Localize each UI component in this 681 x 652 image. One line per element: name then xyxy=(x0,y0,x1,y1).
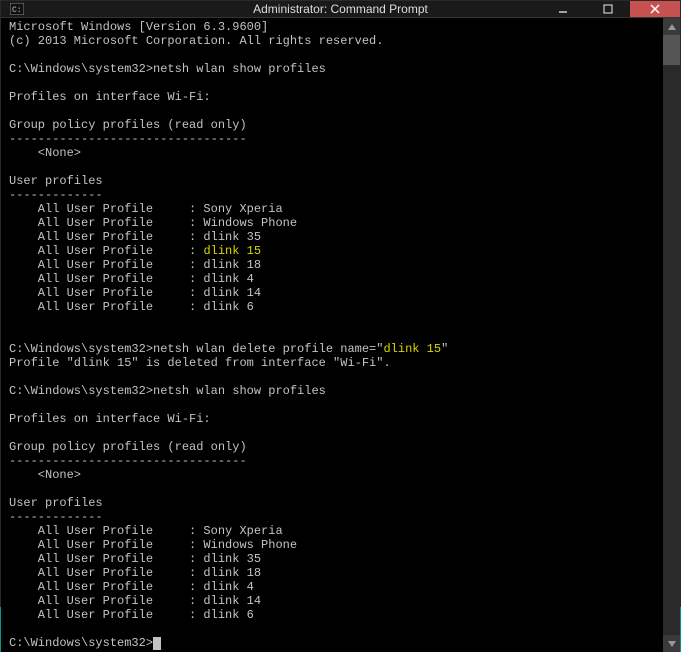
maximize-button[interactable] xyxy=(585,1,630,17)
command-prompt-window: C: Administrator: Command Prompt Microso… xyxy=(0,0,681,607)
scroll-track[interactable] xyxy=(663,35,680,635)
window-controls xyxy=(540,1,680,17)
close-button[interactable] xyxy=(630,1,680,17)
window-title: Administrator: Command Prompt xyxy=(253,2,428,16)
minimize-button[interactable] xyxy=(540,1,585,17)
content-area: Microsoft Windows [Version 6.3.9600] (c)… xyxy=(1,18,680,652)
scroll-up-button[interactable] xyxy=(663,18,680,35)
scrollbar xyxy=(663,18,680,652)
scroll-thumb[interactable] xyxy=(663,35,680,65)
scroll-down-button[interactable] xyxy=(663,635,680,652)
terminal-output[interactable]: Microsoft Windows [Version 6.3.9600] (c)… xyxy=(1,18,663,652)
svg-text:C:: C: xyxy=(12,6,22,15)
cmd-icon: C: xyxy=(9,1,25,17)
titlebar[interactable]: C: Administrator: Command Prompt xyxy=(1,1,680,18)
